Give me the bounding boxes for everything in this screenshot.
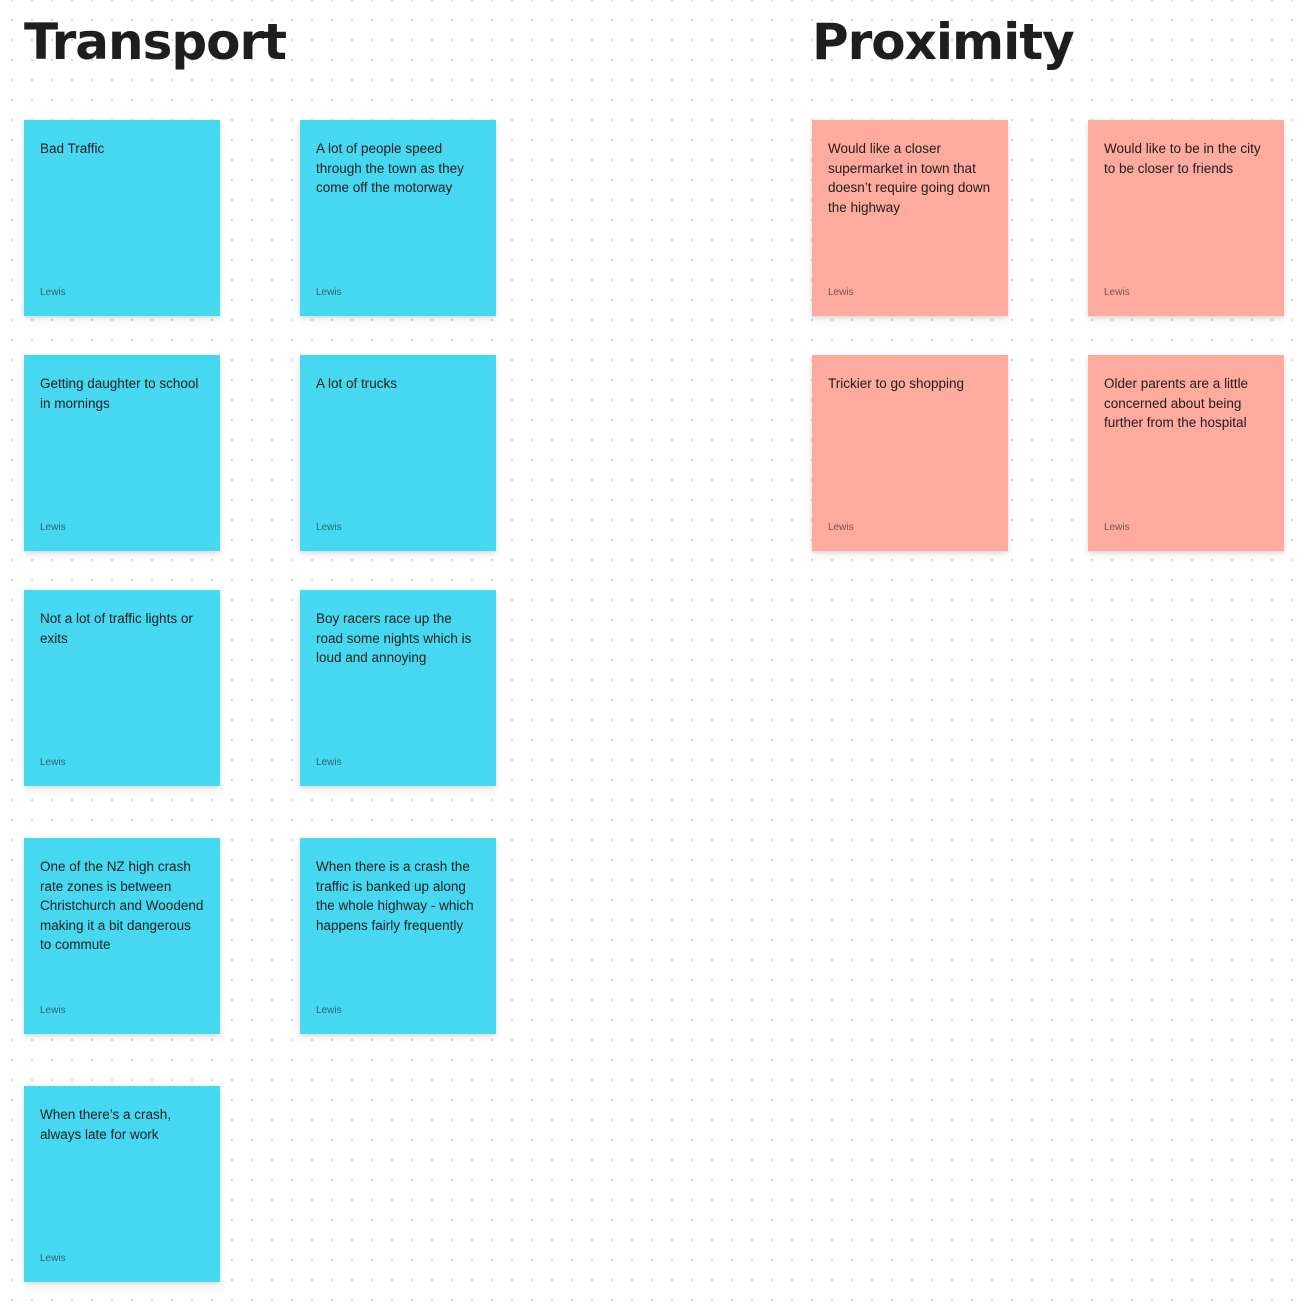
sticky-note-author: Lewis: [40, 287, 66, 298]
sticky-note-author: Lewis: [316, 287, 342, 298]
sticky-note-author: Lewis: [40, 522, 66, 533]
sticky-note-author: Lewis: [40, 1005, 66, 1016]
sticky-note-text: Would like to be in the city to be close…: [1104, 141, 1261, 176]
sticky-note-transport[interactable]: Not a lot of traffic lights or exits Lew…: [24, 590, 220, 786]
sticky-note-text: When there is a crash the traffic is ban…: [316, 859, 474, 933]
sticky-note-author: Lewis: [1104, 287, 1130, 298]
sticky-note-transport[interactable]: Getting daughter to school in mornings L…: [24, 355, 220, 551]
sticky-note-author: Lewis: [40, 1253, 66, 1264]
sticky-note-author: Lewis: [316, 1005, 342, 1016]
sticky-note-author: Lewis: [316, 522, 342, 533]
sticky-note-proximity[interactable]: Would like to be in the city to be close…: [1088, 120, 1284, 316]
sticky-note-text: Not a lot of traffic lights or exits: [40, 611, 193, 646]
sticky-note-author: Lewis: [1104, 522, 1130, 533]
sticky-note-transport[interactable]: One of the NZ high crash rate zones is b…: [24, 838, 220, 1034]
sticky-note-text: Trickier to go shopping: [828, 376, 965, 391]
sticky-note-author: Lewis: [40, 757, 66, 768]
sticky-note-transport[interactable]: Boy racers race up the road some nights …: [300, 590, 496, 786]
sticky-note-proximity[interactable]: Older parents are a little concerned abo…: [1088, 355, 1284, 551]
sticky-note-transport[interactable]: A lot of trucks Lewis: [300, 355, 496, 551]
sticky-note-text: Older parents are a little concerned abo…: [1104, 376, 1249, 431]
sticky-note-transport[interactable]: Bad Traffic Lewis: [24, 120, 220, 316]
sticky-note-text: Bad Traffic: [40, 141, 105, 156]
whiteboard-canvas[interactable]: Transport Proximity Bad Traffic Lewis A …: [0, 0, 1306, 1308]
sticky-note-transport[interactable]: A lot of people speed through the town a…: [300, 120, 496, 316]
sticky-note-text: A lot of trucks: [316, 376, 398, 391]
sticky-note-proximity[interactable]: Would like a closer supermarket in town …: [812, 120, 1008, 316]
sticky-note-text: One of the NZ high crash rate zones is b…: [40, 859, 204, 953]
sticky-note-author: Lewis: [828, 522, 854, 533]
sticky-note-proximity[interactable]: Trickier to go shopping Lewis: [812, 355, 1008, 551]
section-title-proximity: Proximity: [812, 13, 1075, 71]
sticky-note-text: Boy racers race up the road some nights …: [316, 611, 472, 666]
sticky-note-author: Lewis: [316, 757, 342, 768]
sticky-note-transport[interactable]: When there is a crash the traffic is ban…: [300, 838, 496, 1034]
sticky-note-text: Would like a closer supermarket in town …: [828, 141, 991, 215]
sticky-note-text: Getting daughter to school in mornings: [40, 376, 199, 411]
section-title-transport: Transport: [24, 13, 287, 71]
sticky-note-text: A lot of people speed through the town a…: [316, 141, 464, 196]
sticky-note-transport[interactable]: When there’s a crash, always late for wo…: [24, 1086, 220, 1282]
sticky-note-author: Lewis: [828, 287, 854, 298]
sticky-note-text: When there’s a crash, always late for wo…: [40, 1107, 172, 1142]
